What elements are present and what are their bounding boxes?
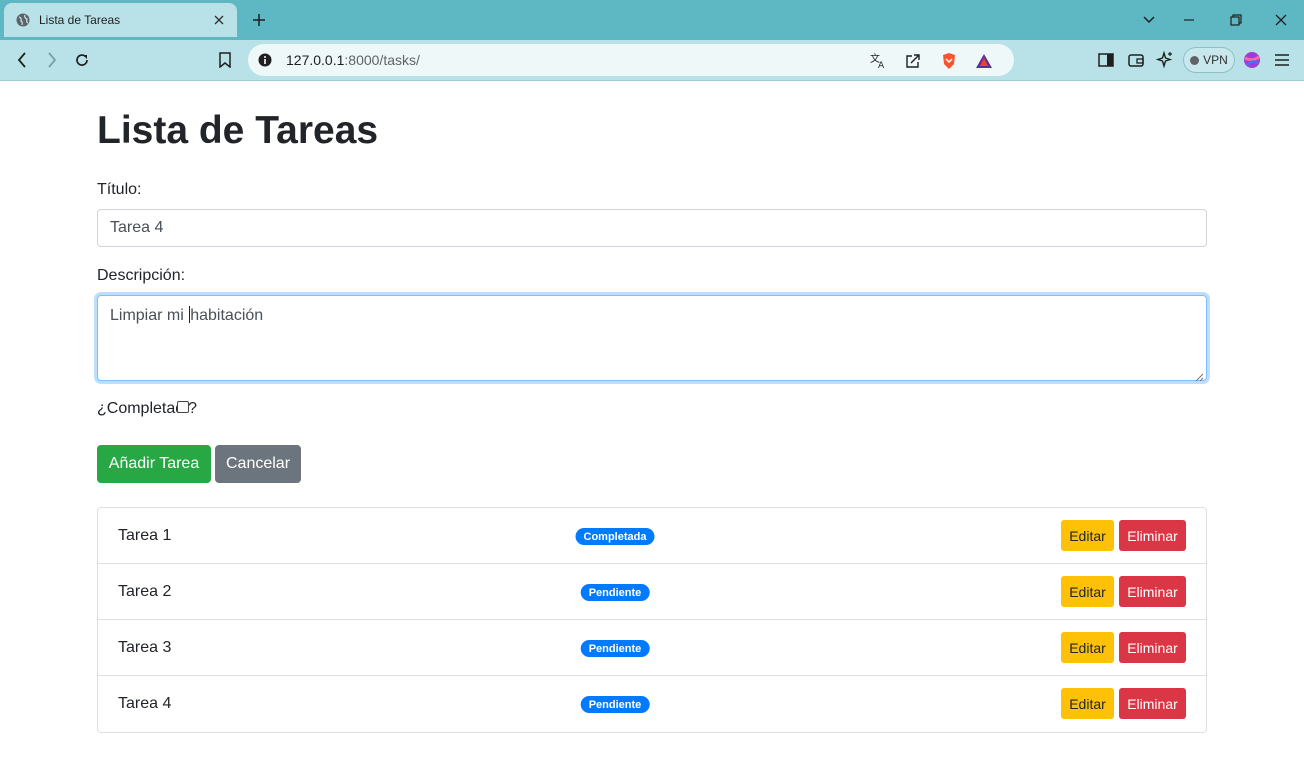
site-info-icon[interactable] (257, 52, 273, 68)
status-badge: Pendiente (580, 584, 650, 601)
close-window-icon[interactable] (1271, 10, 1291, 30)
task-name: Tarea 4 (118, 695, 172, 712)
completed-field: ¿Completad ? (97, 400, 197, 418)
description-text-after-caret: habitación (190, 307, 264, 324)
cancel-button[interactable]: Cancelar (215, 445, 301, 483)
menu-icon[interactable] (1272, 50, 1292, 70)
completed-label-end: ? (188, 400, 198, 417)
tab-search-chevron-icon[interactable] (1139, 10, 1159, 30)
url-host: 127.0.0.1 (286, 52, 345, 68)
list-item: Tarea 1 Completada Editar Eliminar (98, 508, 1206, 564)
profile-avatar-icon[interactable] (1242, 50, 1262, 70)
description-text-before-caret: Limpiar mi (110, 307, 189, 324)
title-input-value: Tarea 4 (110, 219, 164, 236)
task-name: Tarea 3 (118, 639, 172, 656)
vpn-label: VPN (1203, 53, 1228, 67)
list-item: Tarea 3 Pendiente Editar Eliminar (98, 620, 1206, 676)
svg-text:A: A (878, 61, 885, 69)
task-list: Tarea 1 Completada Editar Eliminar Tarea… (97, 507, 1207, 733)
task-name: Tarea 1 (118, 527, 172, 544)
back-icon[interactable] (12, 50, 32, 70)
brave-rewards-icon[interactable] (974, 51, 994, 71)
browser-tab-active[interactable]: Lista de Tareas (4, 3, 237, 37)
brave-shields-icon[interactable] (939, 51, 959, 71)
edit-button[interactable]: Editar (1061, 688, 1114, 719)
description-label: Descripción: (97, 267, 186, 284)
delete-button[interactable]: Eliminar (1119, 688, 1186, 719)
browser-toolbar: 127.0.0.1:8000/tasks/ 文A VPN (0, 40, 1304, 81)
forward-icon[interactable] (42, 50, 62, 70)
list-item: Tarea 2 Pendiente Editar Eliminar (98, 564, 1206, 620)
title-input[interactable]: Tarea 4 (97, 209, 1207, 247)
resize-handle-icon[interactable] (1195, 369, 1204, 382)
restore-icon[interactable] (1226, 10, 1246, 30)
task-name: Tarea 2 (118, 583, 172, 600)
address-bar[interactable]: 127.0.0.1:8000/tasks/ 文A (248, 44, 1014, 76)
add-task-button[interactable]: Añadir Tarea (97, 445, 211, 483)
tab-close-icon[interactable] (211, 12, 227, 28)
vpn-status-icon (1190, 55, 1200, 65)
edit-button[interactable]: Editar (1061, 520, 1114, 551)
title-label: Título: (97, 181, 142, 198)
share-icon[interactable] (903, 51, 923, 71)
status-badge: Completada (575, 528, 655, 545)
completed-label-start: ¿Completad (97, 400, 185, 417)
page-content: Lista de Tareas Título: Tarea 4 Descripc… (0, 82, 1304, 768)
vpn-button[interactable]: VPN (1183, 47, 1235, 73)
delete-button[interactable]: Eliminar (1119, 520, 1186, 551)
bookmark-icon[interactable] (215, 50, 235, 70)
reload-icon[interactable] (72, 50, 92, 70)
url-text: 127.0.0.1:8000/tasks/ (286, 52, 420, 68)
globe-icon (16, 13, 30, 27)
minimize-icon[interactable] (1179, 10, 1199, 30)
page-title: Lista de Tareas (97, 109, 379, 152)
tab-title: Lista de Tareas (39, 13, 121, 27)
edit-button[interactable]: Editar (1061, 576, 1114, 607)
leo-ai-icon[interactable] (1155, 50, 1175, 70)
sidebar-toggle-icon[interactable] (1096, 50, 1116, 70)
delete-button[interactable]: Eliminar (1119, 576, 1186, 607)
wallet-icon[interactable] (1126, 50, 1146, 70)
new-tab-icon[interactable] (250, 11, 268, 29)
status-badge: Pendiente (580, 640, 650, 657)
edit-button[interactable]: Editar (1061, 632, 1114, 663)
status-badge: Pendiente (580, 696, 650, 713)
browser-tab-strip: Lista de Tareas (0, 0, 1304, 40)
translate-icon[interactable]: 文A (869, 51, 889, 71)
description-textarea[interactable]: Limpiar mi habitación (97, 295, 1207, 382)
delete-button[interactable]: Eliminar (1119, 632, 1186, 663)
completed-checkbox[interactable] (177, 401, 190, 413)
url-path: :8000/tasks/ (344, 52, 420, 68)
list-item: Tarea 4 Pendiente Editar Eliminar (98, 676, 1206, 732)
